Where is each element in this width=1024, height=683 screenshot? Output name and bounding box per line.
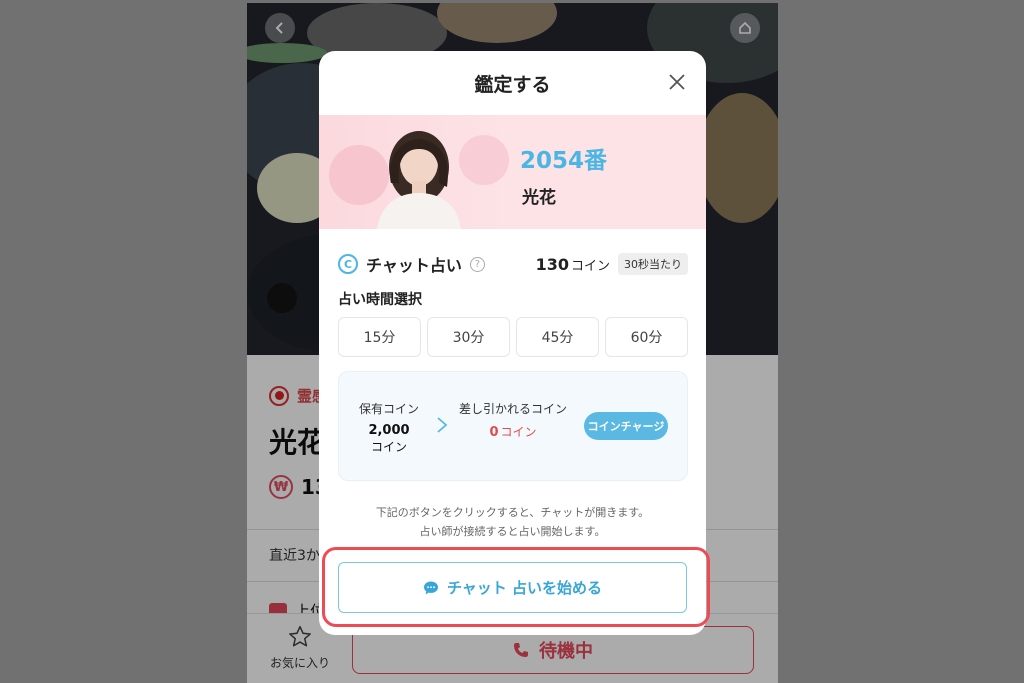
notice-text: 下記のボタンをクリックすると、チャットが開きます。 占い師が接続すると占い開始し… <box>319 503 706 541</box>
coin-c-icon: C <box>338 254 358 274</box>
owned-coins-value: 2,000 <box>368 423 410 438</box>
chevron-right-icon <box>437 417 448 433</box>
help-icon[interactable]: ? <box>469 256 485 272</box>
deducted-coins-value: 0 <box>489 425 499 440</box>
time-option-45[interactable]: 45分 <box>516 317 599 357</box>
coin-summary-box: 保有コイン 2,000 コイン 差し引かれるコイン 0 コイン コインチャージ <box>338 371 688 481</box>
rate-unit: コイン <box>570 258 610 274</box>
notice-line-2: 占い師が接続すると占い開始します。 <box>419 525 606 538</box>
rate-per-badge: 30秒当たり <box>618 253 688 275</box>
time-option-60[interactable]: 60分 <box>605 317 688 357</box>
owned-coins-unit: コイン <box>370 440 407 454</box>
time-options: 15分 30分 45分 60分 <box>338 317 688 357</box>
fortune-teller-banner: 2054番 光花 <box>319 115 706 229</box>
rate: 130 コイン <box>536 255 610 274</box>
fortune-teller-avatar <box>377 131 461 229</box>
time-option-30[interactable]: 30分 <box>427 317 510 357</box>
modal-title: 鑑定する <box>474 73 551 96</box>
service-name: チャット占い <box>366 256 462 275</box>
deducted-coins-label: 差し引かれるコイン <box>459 402 568 416</box>
fortune-teller-number: 2054番 <box>520 148 608 174</box>
rate-number: 130 <box>535 254 569 274</box>
service-row: C チャット占い ? 130 コイン 30秒当たり <box>338 251 688 277</box>
notice-line-1: 下記のボタンをクリックすると、チャットが開きます。 <box>375 506 650 519</box>
time-option-15[interactable]: 15分 <box>338 317 421 357</box>
close-icon[interactable] <box>666 71 688 93</box>
modal-header: 鑑定する <box>319 51 706 115</box>
deducted-coins: 差し引かれるコイン 0 コイン <box>459 400 567 440</box>
time-select-label: 占い時間選択 <box>338 292 422 308</box>
highlight-frame <box>322 547 710 627</box>
owned-coins: 保有コイン 2,000 コイン <box>353 400 425 455</box>
fortune-teller-name: 光花 <box>522 188 556 208</box>
deducted-coins-value-row: 0 コイン <box>489 423 536 440</box>
deducted-coins-unit: コイン <box>500 425 537 439</box>
owned-coins-label: 保有コイン <box>358 402 419 416</box>
coin-charge-button[interactable]: コインチャージ <box>584 412 668 440</box>
